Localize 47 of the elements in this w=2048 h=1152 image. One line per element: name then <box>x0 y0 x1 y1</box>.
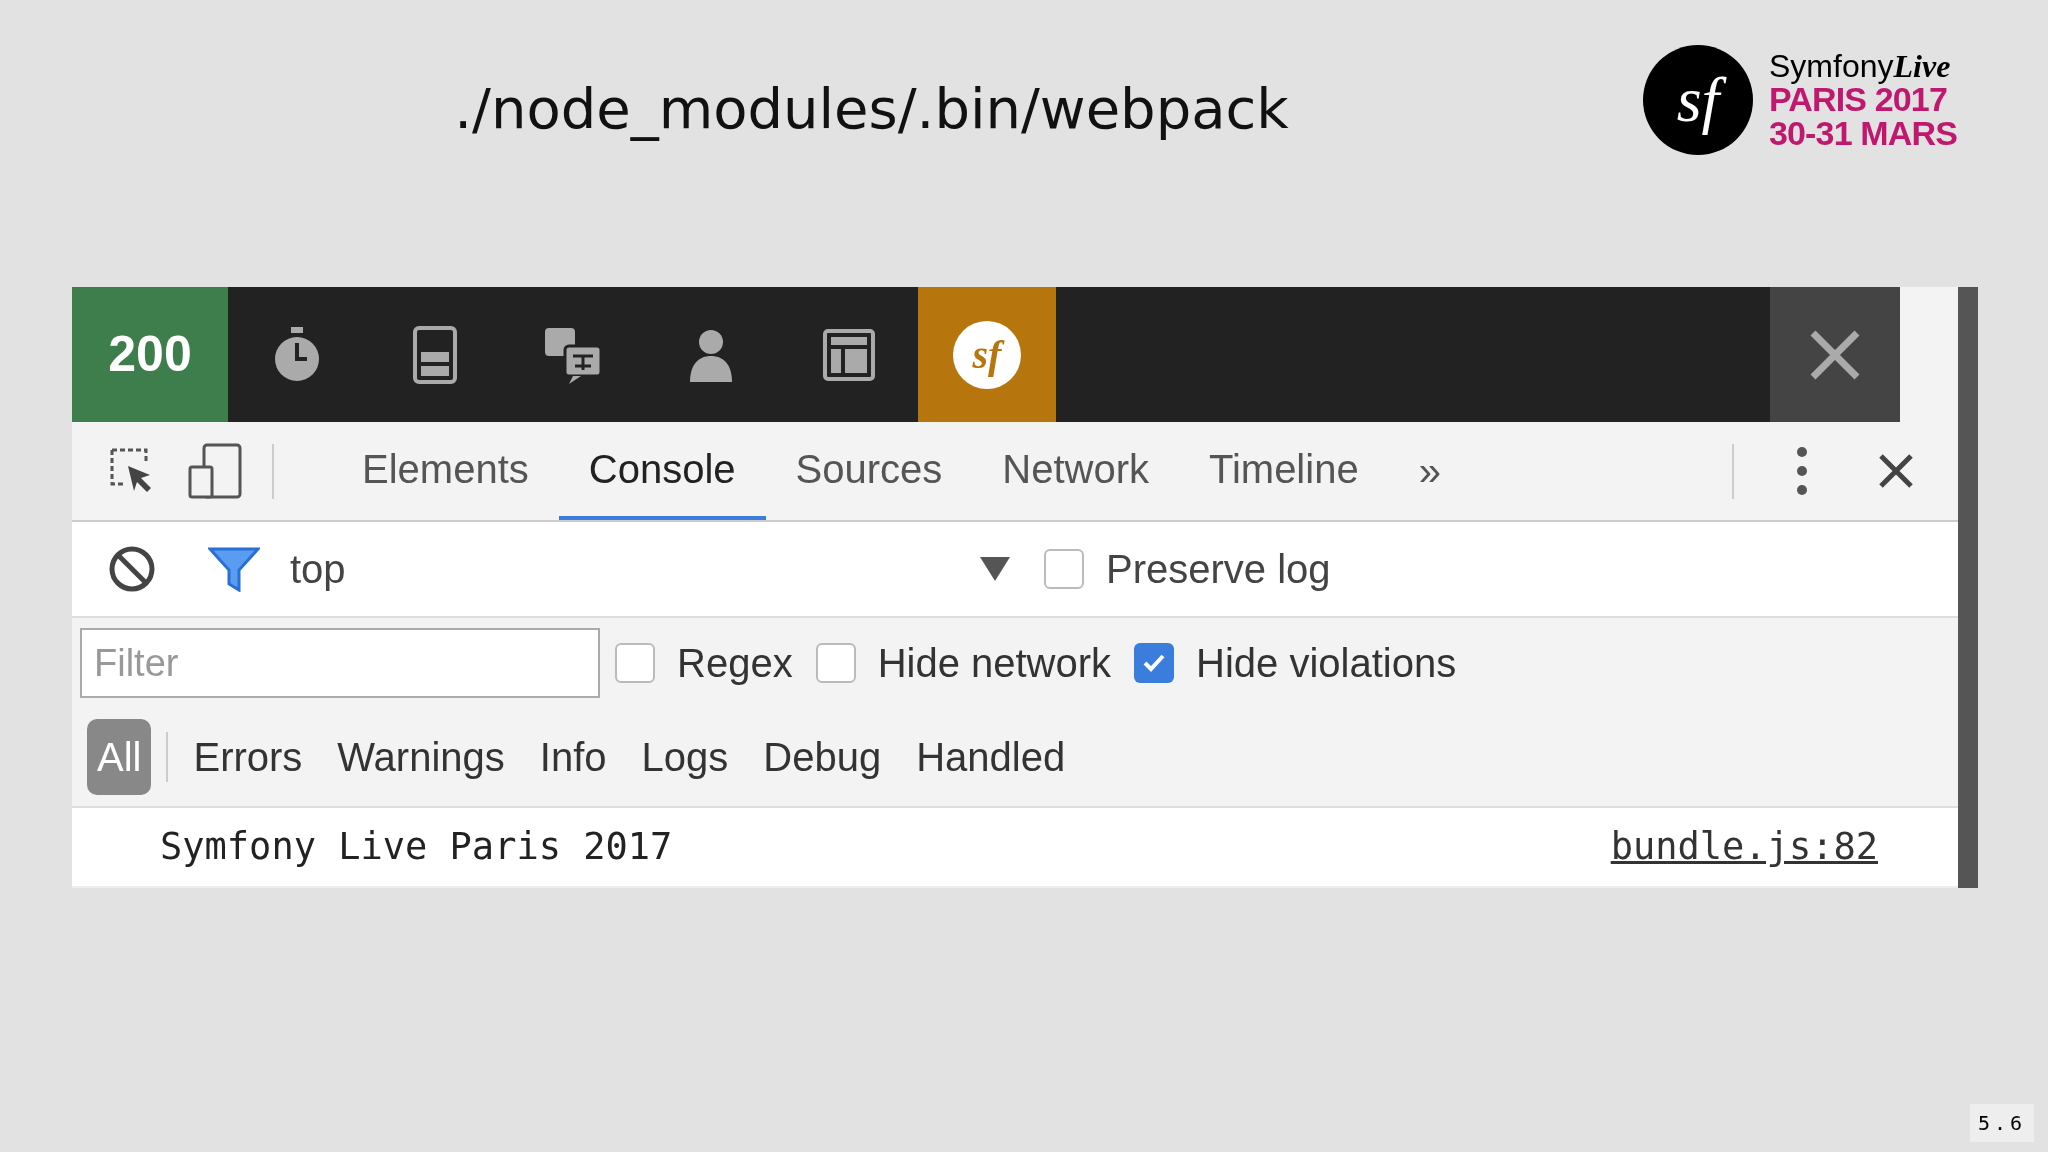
layout-icon <box>823 328 875 381</box>
close-icon[interactable] <box>1878 453 1914 489</box>
log-level-filter[interactable]: Warnings <box>337 727 505 787</box>
checkbox-label: Hide network <box>877 640 1112 687</box>
checkbox[interactable] <box>1134 643 1175 683</box>
translation-icon <box>543 325 603 384</box>
more-options-icon[interactable] <box>1796 446 1808 496</box>
source-link[interactable]: bundle.js:82 <box>1610 819 1878 875</box>
user-icon <box>688 327 734 382</box>
log-level-filter[interactable]: Info <box>539 727 607 787</box>
filter-field[interactable]: Filter <box>80 628 600 698</box>
checkbox[interactable] <box>1044 549 1084 589</box>
toolbar-item[interactable]: sf <box>918 287 1056 422</box>
close-icon <box>1809 328 1861 381</box>
dropdown-icon[interactable] <box>980 557 1010 581</box>
clear-icon[interactable] <box>108 545 156 593</box>
filter-icon[interactable] <box>208 546 260 592</box>
status-code-badge[interactable]: 200 <box>72 287 228 422</box>
database-icon <box>413 325 457 384</box>
log-level-filter[interactable]: Errors <box>193 727 303 787</box>
logo-accent: Live <box>1893 50 1951 82</box>
toolbar-close-button[interactable] <box>1770 287 1900 422</box>
checkbox[interactable] <box>615 643 655 683</box>
console-message: Symfony Live Paris 2017 <box>160 824 673 871</box>
slide-title: ./node_modules/.bin/webpack <box>454 75 1289 143</box>
stopwatch-icon <box>273 326 321 383</box>
logo-badge: sf <box>1643 45 1753 155</box>
devtools-tab[interactable]: Sources <box>765 422 973 520</box>
checkmark-icon <box>1142 653 1167 673</box>
logo-tagline: 30-31 MARS <box>1769 116 1957 150</box>
checkbox-label: Regex <box>677 640 793 687</box>
device-icon[interactable] <box>188 443 242 499</box>
devtools-tab[interactable]: Timeline <box>1178 422 1389 520</box>
checkbox-label: Preserve log <box>1106 546 1331 593</box>
log-level-filter[interactable]: Handled <box>916 727 1066 787</box>
checkbox-label: Hide violations <box>1196 640 1457 687</box>
log-level-filter[interactable]: All <box>87 719 152 795</box>
log-level-filter[interactable]: Logs <box>641 727 729 787</box>
devtools-tab[interactable]: Network <box>972 422 1179 520</box>
symfony-badge: sf <box>953 320 1021 389</box>
checkbox[interactable] <box>815 643 856 683</box>
page-number: 5.6 <box>1969 1104 2034 1142</box>
context-selector[interactable]: top <box>290 539 980 599</box>
logo-wordmark: Symfony <box>1769 50 1894 82</box>
more-tabs-button[interactable]: » <box>1418 441 1441 501</box>
log-level-filter[interactable]: Debug <box>763 727 882 787</box>
devtools-tab[interactable]: Elements <box>332 422 559 520</box>
